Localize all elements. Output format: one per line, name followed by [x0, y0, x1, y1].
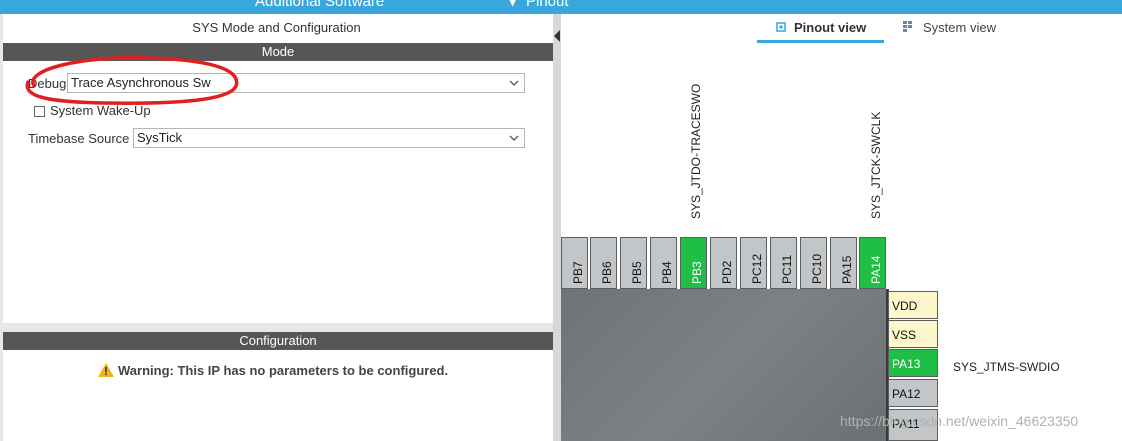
pin-label: PA14 — [868, 255, 883, 284]
additional-software-menu[interactable]: Additional Software — [255, 0, 384, 10]
pin-pb6[interactable]: PB6 — [590, 237, 617, 289]
pin-pb5[interactable]: PB5 — [620, 237, 647, 289]
watermark: https://blog.csdn.net/weixin_46623350 — [840, 413, 1079, 429]
warning-text: Warning: This IP has no parameters to be… — [118, 363, 449, 378]
pin-vdd[interactable]: VDD — [888, 291, 938, 319]
pin-pb7[interactable]: PB7 — [561, 237, 588, 289]
pinout-menu[interactable]: Pinout — [526, 0, 569, 10]
pin-label: PB5 — [629, 261, 644, 284]
pin-pa15[interactable]: PA15 — [830, 237, 857, 289]
pin-pb4[interactable]: PB4 — [650, 237, 677, 289]
pin-label: PC10 — [809, 253, 824, 284]
annotation-circle — [25, 56, 239, 105]
timebase-select-value: SysTick — [137, 130, 183, 145]
pin-label: PD2 — [719, 260, 734, 284]
signal-label-pa14: SYS_JTCK-SWCLK — [869, 111, 883, 219]
pin-label: PB3 — [689, 261, 704, 284]
signal-label-pa13: SYS_JTMS-SWDIO — [953, 360, 1060, 374]
pin-pc12[interactable]: PC12 — [740, 237, 767, 289]
pin-vss[interactable]: VSS — [888, 320, 938, 348]
pin-label: PB4 — [659, 261, 674, 284]
pin-label: PB6 — [599, 261, 614, 284]
pin-label: PC11 — [779, 254, 794, 284]
signal-label-pb3: SYS_JTDO-TRACESWO — [689, 83, 703, 219]
panel-splitter[interactable] — [553, 14, 561, 441]
pin-pc11[interactable]: PC11 — [770, 237, 797, 289]
top-menu-bar: Additional Software ▼ Pinout — [0, 0, 1122, 14]
tab-system-label: System view — [923, 20, 996, 35]
warning-message: Warning: This IP has no parameters to be… — [98, 363, 448, 378]
warning-icon — [98, 363, 114, 377]
chevron-down-icon — [509, 80, 519, 86]
tab-pinout-label: Pinout view — [794, 20, 867, 35]
configuration-header: Configuration — [3, 332, 553, 350]
pin-label: PB7 — [570, 261, 585, 284]
collapse-arrow-icon[interactable] — [554, 30, 560, 42]
pin-label: PC12 — [749, 253, 764, 284]
pin-label: PA15 — [839, 255, 854, 284]
chevron-down-icon[interactable]: ▼ — [508, 0, 517, 8]
timebase-label: Timebase Source — [28, 131, 130, 146]
pin-pc10[interactable]: PC10 — [800, 237, 827, 289]
pin-pa14[interactable]: PA14 — [859, 237, 886, 289]
tab-pinout-view[interactable]: Pinout view — [757, 18, 884, 43]
timebase-select[interactable]: SysTick — [133, 128, 525, 148]
pin-pd2[interactable]: PD2 — [710, 237, 737, 289]
pinout-chip-icon — [776, 22, 786, 32]
pin-pa13[interactable]: PA13 — [888, 349, 938, 377]
pin-pb3[interactable]: PB3 — [680, 237, 707, 289]
tab-system-view[interactable]: System view — [903, 18, 1013, 40]
chevron-down-icon — [509, 135, 519, 141]
pin-pa12[interactable]: PA12 — [888, 379, 938, 407]
panel-title: SYS Mode and Configuration — [192, 20, 361, 35]
system-grid-icon — [903, 21, 912, 32]
sys-config-panel: SYS Mode and Configuration Mode Debug Tr… — [0, 14, 556, 441]
